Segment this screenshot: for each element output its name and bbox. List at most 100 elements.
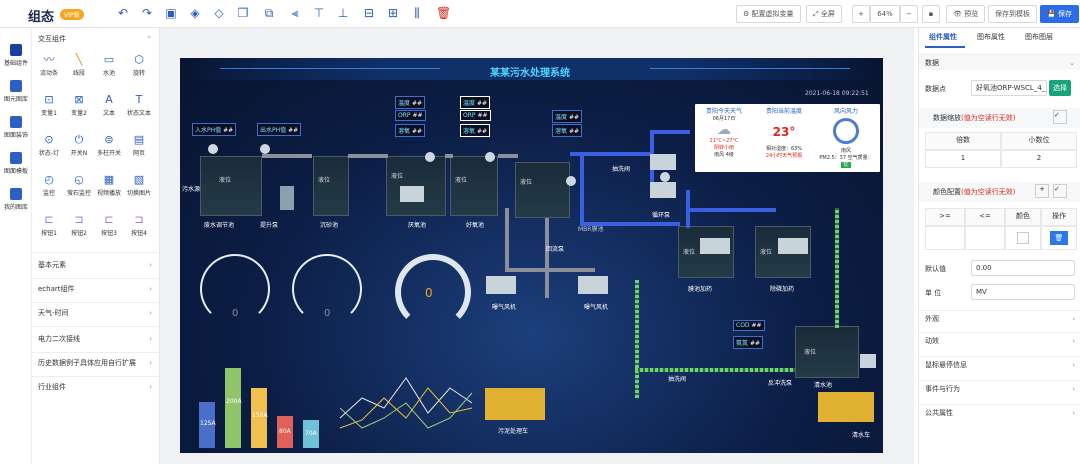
- section-events[interactable]: 事件与行为 ›: [919, 380, 1080, 396]
- comp-line[interactable]: ╲ 线段: [64, 54, 94, 78]
- save-template-button[interactable]: 保存到模板: [988, 5, 1037, 23]
- zoom-out-button[interactable]: −: [900, 5, 918, 23]
- sensor-icon[interactable]: [566, 176, 576, 186]
- sensor-icon[interactable]: [660, 172, 670, 182]
- comp-flowbar[interactable]: 〰流动条: [34, 54, 64, 78]
- mud-truck-icon[interactable]: [485, 388, 545, 420]
- check-icon[interactable]: ✓: [1053, 184, 1067, 198]
- group-icon[interactable]: ⧉: [262, 6, 276, 20]
- decimal-value[interactable]: 2: [1001, 150, 1077, 168]
- section-animation[interactable]: 动效 ›: [919, 332, 1080, 348]
- comp-ezviz[interactable]: ◵ 萤石监控: [64, 174, 94, 198]
- trash-icon[interactable]: 🗑: [1050, 231, 1068, 245]
- tank-return[interactable]: 液位: [515, 162, 570, 218]
- color-picker[interactable]: [1005, 226, 1041, 250]
- tank-aerobic[interactable]: 液位: [450, 156, 498, 216]
- tag-nh[interactable]: 氨氮 ##: [733, 336, 763, 349]
- comp-button2[interactable]: ⊐ 按钮2: [64, 214, 94, 238]
- tag-inflow-ph[interactable]: 入水PH值 ##: [192, 123, 237, 136]
- align-center-icon[interactable]: ⊟: [362, 6, 376, 20]
- section-industry[interactable]: 行业组件 ›: [38, 380, 154, 394]
- tab-canvas-layers[interactable]: 图布图层: [1025, 32, 1053, 42]
- blower1-icon[interactable]: [486, 276, 516, 294]
- comp-multi-switch[interactable]: ⊜ 多柱开关: [94, 134, 124, 158]
- tag-temp1[interactable]: 温度 ##: [395, 96, 425, 109]
- layer-down-icon[interactable]: ◇: [212, 6, 226, 20]
- disinfect-pump-icon[interactable]: [778, 238, 808, 254]
- tank-clear[interactable]: 液位: [795, 326, 859, 378]
- comp-button3[interactable]: ⊏ 按钮3: [94, 214, 124, 238]
- tag-do1[interactable]: 溶氧 ##: [395, 124, 425, 137]
- virtual-var-button[interactable]: ⚙ 配置虚拟变量: [736, 5, 801, 23]
- delete-icon[interactable]: 🗑: [436, 6, 451, 20]
- tag-do2[interactable]: 溶氧 ##: [460, 124, 490, 137]
- mult-value[interactable]: 1: [925, 150, 1001, 168]
- circ-pump2-icon[interactable]: [650, 182, 676, 198]
- nav-template[interactable]: 图面模板: [0, 152, 32, 175]
- preview-button[interactable]: 👁 预览: [946, 5, 986, 23]
- layer-up-icon[interactable]: ◈: [188, 6, 202, 20]
- comp-status-text[interactable]: T 状态文本: [124, 94, 154, 118]
- save-button[interactable]: 💾 保存: [1040, 5, 1079, 23]
- comp-webpage[interactable]: ▤ 网页: [124, 134, 154, 158]
- circ-pump-icon[interactable]: [650, 154, 676, 170]
- blower2-icon[interactable]: [578, 276, 608, 294]
- tag-cod[interactable]: COD ##: [733, 320, 765, 331]
- comp-rotate[interactable]: ⬡ 旋转: [124, 54, 154, 78]
- tank-settle[interactable]: 液位: [313, 156, 349, 216]
- sensor-icon[interactable]: [485, 152, 495, 162]
- align-left-icon[interactable]: ⫷: [288, 6, 302, 20]
- section-history[interactable]: 历史数据例子具体应用自行扩展 ›: [38, 356, 154, 370]
- tab-canvas-props[interactable]: 图布属性: [977, 32, 1005, 42]
- tag-orp2-selected[interactable]: ORP ##: [460, 110, 491, 121]
- tab-component-props[interactable]: 组件属性: [929, 32, 957, 42]
- comp-pool[interactable]: ▭ 水池: [94, 54, 124, 78]
- nav-library[interactable]: 图元图库: [0, 80, 32, 103]
- align-vertical-icon[interactable]: ⫼: [410, 6, 424, 20]
- distribute-icon[interactable]: ⊞: [386, 6, 400, 20]
- scada-canvas[interactable]: 某某污水处理系统 2021-06-18 09:22:51 入水PH值 ## 出水…: [180, 58, 883, 453]
- water-truck-icon[interactable]: [818, 392, 874, 422]
- section-data[interactable]: 数据 ⌄: [919, 54, 1080, 70]
- section-hover[interactable]: 鼠标悬停信息 ›: [919, 356, 1080, 372]
- section-echart[interactable]: echart组件 ›: [38, 282, 154, 296]
- tag-do3[interactable]: 溶氧 ##: [552, 124, 582, 137]
- tag-outflow-ph[interactable]: 出水PH值 ##: [257, 123, 302, 136]
- section-basic[interactable]: 基本元素 ›: [38, 258, 154, 272]
- save-icon[interactable]: ▣: [164, 6, 178, 20]
- zoom-in-button[interactable]: +: [852, 5, 870, 23]
- align-bottom-icon[interactable]: ⊥: [336, 6, 350, 20]
- tag-orp1[interactable]: ORP ##: [395, 110, 426, 121]
- comp-var2[interactable]: ⊠ 变量2: [64, 94, 94, 118]
- sensor-icon[interactable]: [425, 152, 435, 162]
- comp-switch-image[interactable]: ▧ 切换图片: [124, 174, 154, 198]
- dosing-pump-icon[interactable]: [700, 238, 730, 254]
- bar-chart[interactable]: 125A 200A 150A 80A 70A: [185, 358, 325, 450]
- fit-icon[interactable]: ▪: [922, 5, 940, 23]
- comp-monitor[interactable]: ◴ 监控: [34, 174, 64, 198]
- default-value-input[interactable]: 0.00: [971, 260, 1075, 276]
- redo-icon[interactable]: ↷: [140, 6, 154, 20]
- sensor-icon[interactable]: [260, 144, 270, 154]
- comp-text[interactable]: A 文本: [94, 94, 124, 118]
- tag-temp2[interactable]: 温度 ##: [460, 96, 490, 109]
- unit-input[interactable]: MV: [971, 284, 1075, 300]
- tank-regulate[interactable]: 液位: [200, 156, 262, 216]
- select-button[interactable]: 选择: [1049, 80, 1071, 96]
- comp-switch[interactable]: ⏻ 开关N: [64, 134, 94, 158]
- ge-input[interactable]: [925, 226, 965, 250]
- datapoint-input[interactable]: 好氧池ORP-WSCL_4_: [971, 80, 1047, 96]
- nav-mine[interactable]: 我的图库: [0, 188, 32, 211]
- comp-status-light[interactable]: ⊙ 状态-灯: [34, 134, 64, 158]
- blower-icon[interactable]: [400, 186, 424, 202]
- nav-decoration[interactable]: 图面装饰: [0, 116, 32, 139]
- comp-button1[interactable]: ⊏ 按钮1: [34, 214, 64, 238]
- nav-basic[interactable]: 基础组件: [0, 44, 32, 67]
- tag-temp3[interactable]: 温度 ##: [552, 110, 582, 123]
- section-interactive[interactable]: 交互组件 ⌃: [38, 32, 154, 46]
- section-power[interactable]: 电力二次接线 ›: [38, 332, 154, 346]
- comp-var1[interactable]: ⊡ 变量1: [34, 94, 64, 118]
- align-top-icon[interactable]: ⊤: [312, 6, 326, 20]
- undo-icon[interactable]: ↶: [116, 6, 130, 20]
- sensor-icon[interactable]: [208, 144, 218, 154]
